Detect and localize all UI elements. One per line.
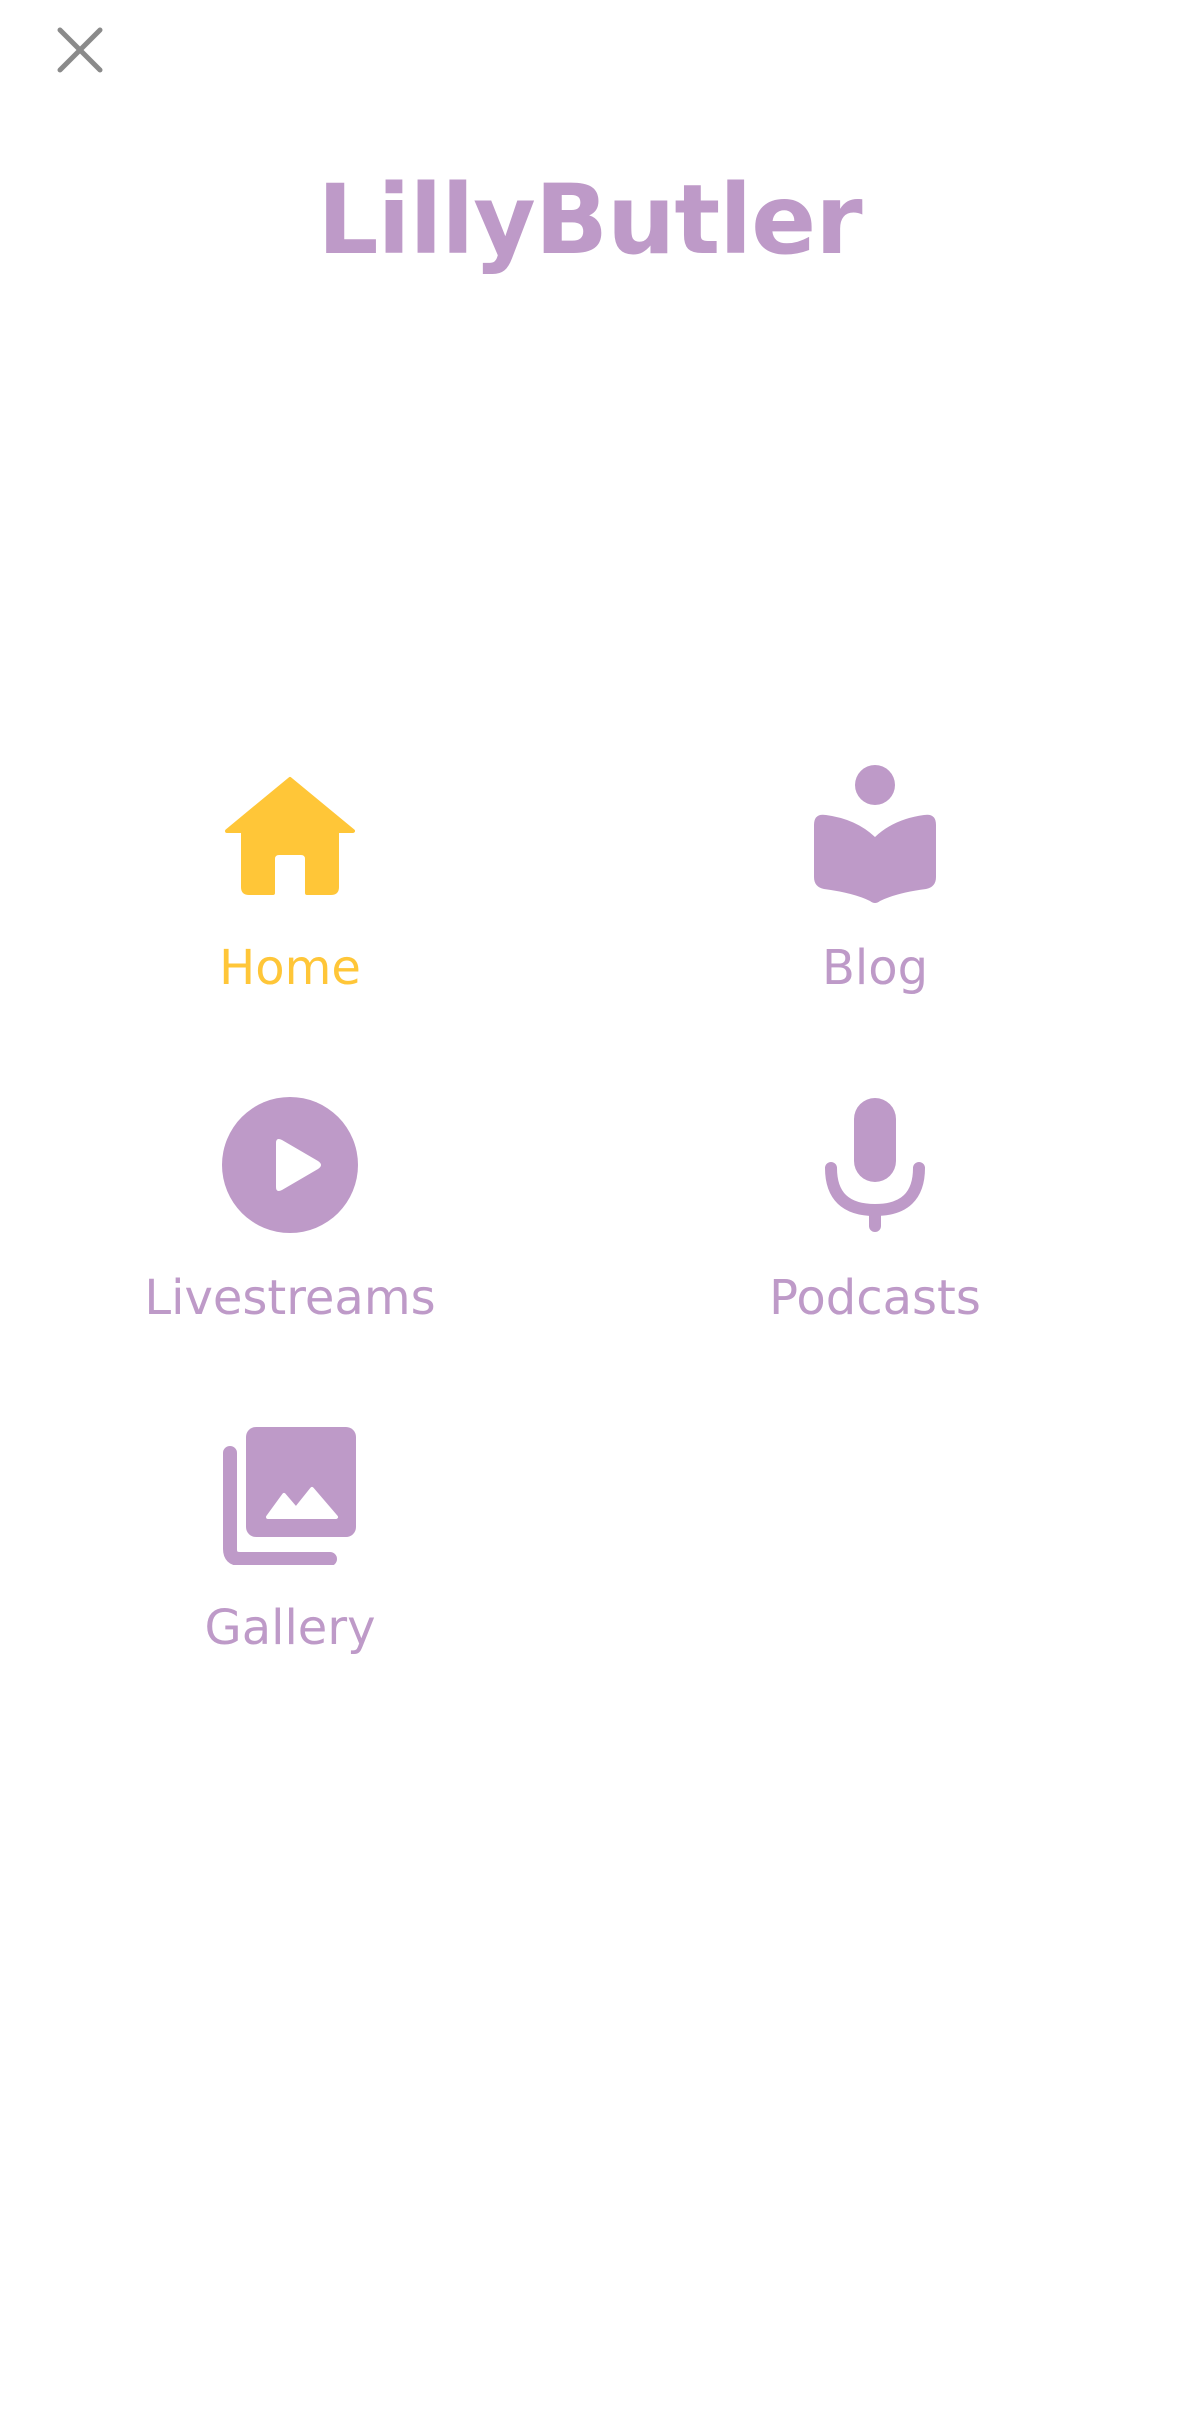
close-button[interactable] <box>52 24 108 80</box>
menu-item-label: Gallery <box>204 1600 376 1656</box>
menu-item-label: Livestreams <box>144 1270 436 1326</box>
play-circle-icon <box>215 1090 365 1240</box>
microphone-icon <box>800 1090 950 1240</box>
close-icon <box>56 26 104 78</box>
menu-item-label: Podcasts <box>769 1270 981 1326</box>
menu-item-gallery[interactable]: Gallery <box>80 1420 500 1658</box>
menu-item-blog[interactable]: Blog <box>665 760 1085 998</box>
menu-item-label: Home <box>219 940 361 996</box>
menu-item-label: Blog <box>821 940 929 996</box>
menu-item-podcasts[interactable]: Podcasts <box>665 1090 1085 1328</box>
menu-item-home[interactable]: Home <box>80 760 500 998</box>
reader-book-icon <box>800 760 950 910</box>
menu-item-livestreams[interactable]: Livestreams <box>80 1090 500 1328</box>
home-icon <box>215 760 365 910</box>
brand-title[interactable]: LillyButler <box>0 160 1179 280</box>
photo-library-icon <box>215 1420 365 1570</box>
